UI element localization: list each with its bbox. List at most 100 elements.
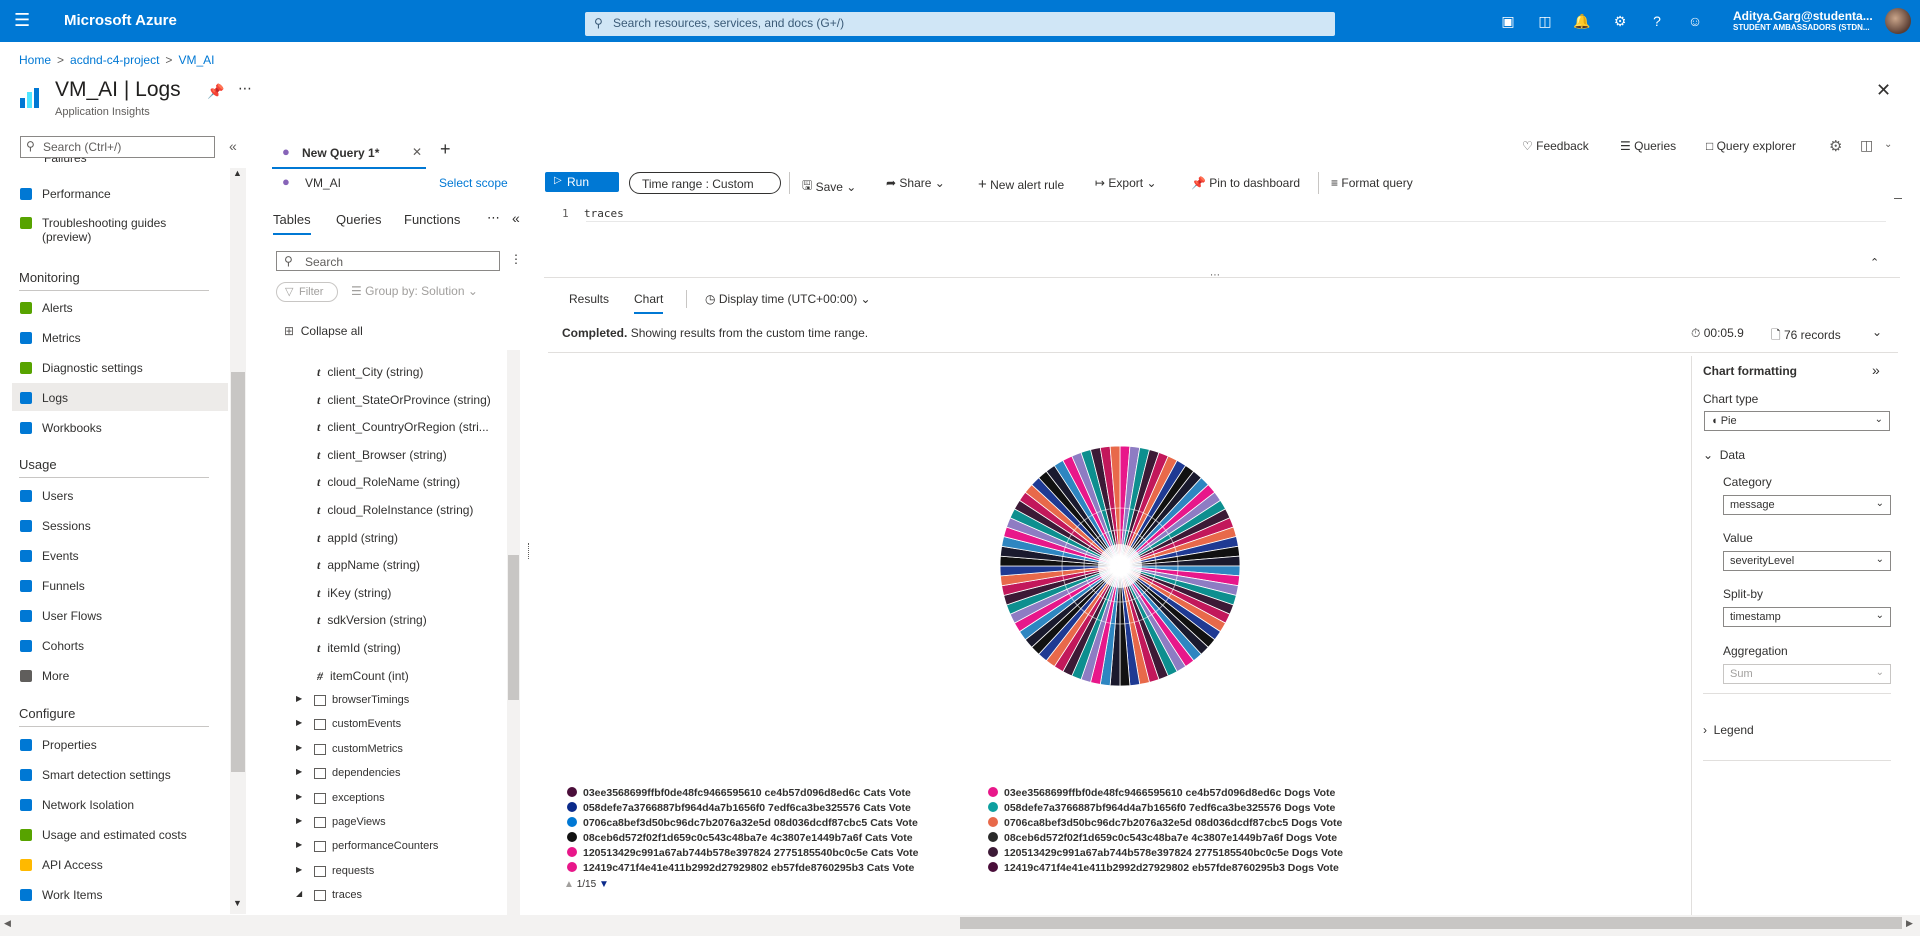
scroll-right-icon[interactable]: ▶ (1906, 918, 1913, 929)
sidebar-item-users[interactable]: Users (20, 489, 73, 503)
schema-table-traces[interactable]: ◢ traces (296, 889, 496, 905)
tab-new-query[interactable]: ● New Query 1* ✕ (272, 137, 426, 169)
query-explorer-button[interactable]: □ Query explorer (1706, 139, 1796, 153)
sidebar-item-usage-and-estimated-costs[interactable]: Usage and estimated costs (20, 828, 187, 842)
run-button[interactable]: ▷ Run (545, 172, 619, 192)
query-editor[interactable]: 1 traces ⌃ (544, 198, 1900, 278)
pin-icon[interactable]: 📌 (207, 83, 224, 100)
schema-table-customevents[interactable]: ▶ customEvents (296, 718, 496, 734)
schema-table-exceptions[interactable]: ▶ exceptions (296, 792, 496, 808)
notifications-bell-icon[interactable]: 🔔 (1573, 13, 1591, 29)
schema-field[interactable]: t appId (string) (317, 531, 398, 546)
caret-right-icon[interactable]: ▶ (296, 792, 302, 801)
select-scope-link[interactable]: Select scope (439, 176, 508, 190)
global-search-input[interactable]: ⚲ Search resources, services, and docs (… (585, 12, 1335, 36)
hamburger-menu-icon[interactable]: ☰ (14, 10, 30, 31)
horizontal-scroll-thumb[interactable] (960, 917, 1902, 929)
sidebar-item-smart-detection-settings[interactable]: Smart detection settings (20, 768, 171, 782)
add-tab-button[interactable]: + (440, 139, 451, 160)
book-icon[interactable]: ◫ (1860, 137, 1873, 154)
scroll-left-icon[interactable]: ◀ (4, 918, 11, 929)
save-button[interactable]: 🖫 Save ⌄ (802, 176, 856, 197)
collapse-panel-icon[interactable]: » (1872, 362, 1880, 378)
schema-field[interactable]: t appName (string) (317, 558, 420, 573)
legend-item[interactable]: 12419c471f4e41e411b2992d27929802 eb57fde… (567, 862, 914, 874)
filter-button[interactable]: ▽ Filter (276, 282, 338, 302)
sidebar-item-logs[interactable]: Logs (20, 391, 68, 405)
sidebar-item-more[interactable]: More (20, 669, 69, 683)
display-time-dropdown[interactable]: ◷ Display time (UTC+00:00) ⌄ (705, 292, 871, 306)
share-button[interactable]: ➦ Share ⌄ (886, 176, 945, 190)
settings-gear-icon[interactable]: ⚙ (1611, 13, 1629, 29)
schema-table-requests[interactable]: ▶ requests (296, 865, 496, 881)
caret-right-icon[interactable]: ▶ (296, 718, 302, 727)
sidebar-item-metrics[interactable]: Metrics (20, 331, 81, 345)
sidebar-item-network-isolation[interactable]: Network Isolation (20, 798, 134, 812)
schema-field[interactable]: t sdkVersion (string) (317, 613, 427, 628)
legend-item[interactable]: 058defe7a3766887bf964d4a7b1656f0 7edf6ca… (567, 802, 911, 814)
legend-item[interactable]: 0706ca8bef3d50bc96dc7b2076a32e5d 08d036d… (567, 817, 918, 829)
user-account[interactable]: Aditya.Garg@studenta... STUDENT AMBASSAD… (1733, 10, 1873, 34)
leftnav-scroll-thumb[interactable] (231, 372, 245, 772)
schema-table-performancecounters[interactable]: ▶ performanceCounters (296, 840, 496, 856)
pager-down-icon[interactable]: ▼ (599, 879, 609, 890)
splitby-dropdown[interactable]: timestamp ⌄ (1723, 607, 1891, 627)
caret-right-icon[interactable]: ▶ (296, 840, 302, 849)
vertical-dots-icon[interactable]: ⋮ (510, 252, 522, 266)
directory-filter-icon[interactable]: ◫ (1536, 13, 1554, 29)
close-tab-icon[interactable]: ✕ (412, 145, 422, 159)
legend-item[interactable]: 03ee3568699ffbf0de48fc9466595610 ce4b57d… (988, 787, 1335, 799)
pie-chart[interactable] (998, 444, 1242, 688)
feedback-icon[interactable]: ☺ (1686, 13, 1704, 29)
new-alert-rule-button[interactable]: + New alert rule (978, 176, 1064, 193)
leftnav-search-input[interactable]: ⚲ Search (Ctrl+/) (20, 136, 215, 158)
more-options-icon[interactable]: ⋯ (487, 210, 500, 226)
caret-right-icon[interactable]: ▶ (296, 743, 302, 752)
sidebar-item-troubleshooting-guides[interactable]: Troubleshooting guides (preview) (20, 216, 166, 244)
resize-handle-icon[interactable]: ⋯ (1210, 270, 1220, 281)
pager-up-icon[interactable]: ▲ (564, 879, 574, 890)
value-dropdown[interactable]: severityLevel ⌄ (1723, 551, 1891, 571)
cloud-shell-icon[interactable]: ▣ (1499, 13, 1517, 29)
help-icon[interactable]: ? (1648, 13, 1666, 29)
breadcrumb-resource-group[interactable]: acdnd-c4-project (70, 53, 159, 67)
sidebar-item-sessions[interactable]: Sessions (20, 519, 91, 533)
schema-scroll-thumb[interactable] (508, 555, 519, 700)
avatar[interactable] (1885, 8, 1911, 34)
schema-field[interactable]: t client_Browser (string) (317, 448, 447, 463)
data-section-toggle[interactable]: ⌄ Data (1703, 448, 1745, 462)
chevron-down-icon[interactable]: ⌄ (1884, 139, 1892, 150)
schema-field[interactable]: t cloud_RoleInstance (string) (317, 503, 473, 518)
schema-field[interactable]: t cloud_RoleName (string) (317, 475, 460, 490)
sidebar-item-diagnostic-settings[interactable]: Diagnostic settings (20, 361, 143, 375)
legend-item[interactable]: 120513429c991a67ab744b578e397824 2775185… (567, 847, 919, 859)
schema-field[interactable]: t itemId (string) (317, 641, 401, 656)
caret-right-icon[interactable]: ▶ (296, 865, 302, 874)
schema-field[interactable]: t client_CountryOrRegion (stri... (317, 420, 489, 435)
sidebar-item-api-access[interactable]: API Access (20, 858, 103, 872)
breadcrumb-resource[interactable]: VM_AI (178, 53, 214, 67)
schema-field[interactable]: # itemCount (int) (317, 669, 409, 684)
chart-type-dropdown[interactable]: ◖ Pie ⌄ (1704, 411, 1890, 431)
sidebar-item-work-items[interactable]: Work Items (20, 888, 102, 902)
schema-field[interactable]: t client_StateOrProvince (string) (317, 393, 491, 408)
collapse-schema-icon[interactable]: « (512, 210, 520, 226)
legend-item[interactable]: 03ee3568699ffbf0de48fc9466595610 ce4b57d… (567, 787, 911, 799)
expand-icon[interactable]: ⌄ (1872, 325, 1882, 339)
sidebar-item-cohorts[interactable]: Cohorts (20, 639, 84, 653)
nav-item-failures[interactable]: Failures (44, 158, 87, 165)
scroll-down-icon[interactable]: ▼ (233, 898, 242, 908)
caret-right-icon[interactable]: ▶ (296, 767, 302, 776)
more-options-icon[interactable]: ⋯ (238, 80, 252, 97)
breadcrumb-home[interactable]: Home (19, 53, 51, 67)
sidebar-item-performance[interactable]: Performance (20, 187, 111, 201)
sidebar-item-funnels[interactable]: Funnels (20, 579, 85, 593)
tab-results[interactable]: Results (569, 292, 609, 306)
schema-search-input[interactable]: ⚲ Search (276, 251, 500, 271)
category-dropdown[interactable]: message ⌄ (1723, 495, 1891, 515)
collapse-nav-icon[interactable]: « (229, 138, 237, 154)
schema-table-custommetrics[interactable]: ▶ customMetrics (296, 743, 496, 759)
sidebar-item-user-flows[interactable]: User Flows (20, 609, 102, 623)
sidebar-item-properties[interactable]: Properties (20, 738, 97, 752)
feedback-button[interactable]: ♡ Feedback (1522, 139, 1589, 153)
